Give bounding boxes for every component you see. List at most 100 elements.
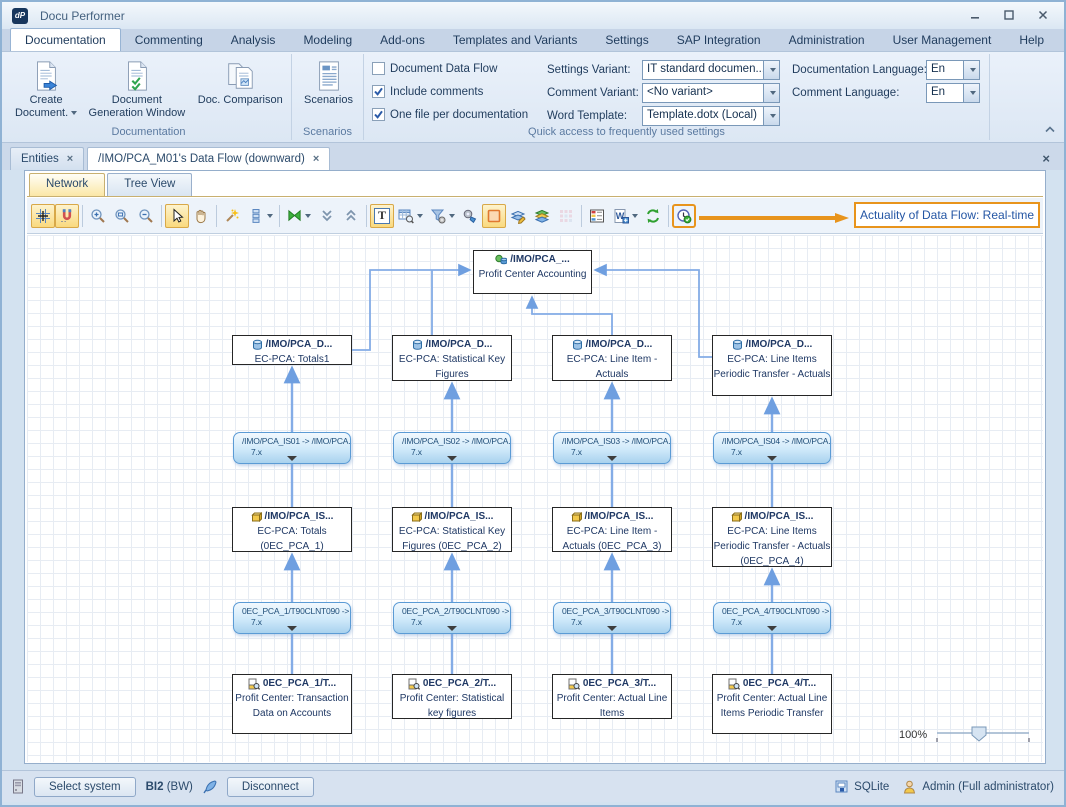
tab-settings[interactable]: Settings <box>591 29 662 51</box>
collapse-all-button[interactable] <box>315 204 339 228</box>
word-export-button[interactable]: W <box>609 204 641 228</box>
node-datasource-1[interactable]: 0EC_PCA_1/T... Profit Center: Transactio… <box>232 674 352 734</box>
dropdown-arrow-icon[interactable] <box>963 83 980 103</box>
transformation-box[interactable]: 0EC_PCA_2/T90CLNT090 -> /I... 7.x <box>393 602 511 634</box>
snap-to-grid-button[interactable] <box>55 204 79 228</box>
node-infosource-2[interactable]: /IMO/PCA_IS... EC-PCA: Statistical Key F… <box>392 507 512 552</box>
infoprovider-icon <box>495 254 507 265</box>
node-infosource-4[interactable]: /IMO/PCA_IS... EC-PCA: Line Items Period… <box>712 507 832 567</box>
data-flow-actuality-button[interactable] <box>672 204 696 228</box>
comment-variant-select[interactable]: <No variant> <box>642 83 780 103</box>
node-dso-2[interactable]: /IMO/PCA_D... EC-PCA: Statistical Key Fi… <box>392 335 512 381</box>
tab-add-ons[interactable]: Add-ons <box>366 29 439 51</box>
doc-comparison-button[interactable]: Doc. Comparison <box>193 58 287 120</box>
database-label[interactable]: SQLite <box>854 781 889 793</box>
documentation-language-select[interactable]: En <box>926 60 980 80</box>
zoom-slider[interactable] <box>931 724 1035 746</box>
zoom-slider-thumb[interactable] <box>972 727 986 741</box>
settings-variant-select[interactable]: IT standard documen... <box>642 60 780 80</box>
transformation-box[interactable]: 0EC_PCA_1/T90CLNT090 -> /I... 7.x <box>233 602 351 634</box>
dropdown-arrow-icon[interactable] <box>763 83 780 103</box>
zoom-to-fit-button[interactable] <box>110 204 134 228</box>
current-user-label[interactable]: Admin (Full administrator) <box>922 781 1054 793</box>
dropdown-arrow-icon[interactable] <box>963 60 980 80</box>
transformation-box[interactable]: 0EC_PCA_4/T90CLNT090 -> /I... 7.x <box>713 602 831 634</box>
maximize-button[interactable] <box>1000 7 1018 23</box>
frame-highlight-button[interactable] <box>482 204 506 228</box>
close-tab-icon[interactable]: × <box>313 153 319 165</box>
group-caption-quick-access: Quick access to frequently used settings <box>474 126 779 138</box>
node-infocube[interactable]: /IMO/PCA_... Profit Center Accounting <box>473 250 592 294</box>
edit-layers-button[interactable] <box>506 204 530 228</box>
ribbon-collapse-chevron-icon[interactable] <box>1044 120 1056 138</box>
filter-button[interactable] <box>426 204 458 228</box>
node-dso-3[interactable]: /IMO/PCA_D... EC-PCA: Line Item - Actual… <box>552 335 672 381</box>
close-pane-icon[interactable]: × <box>1042 153 1050 165</box>
expand-all-button[interactable] <box>339 204 363 228</box>
auto-layout-button[interactable] <box>220 204 244 228</box>
tab-sap-integration[interactable]: SAP Integration <box>663 29 775 51</box>
view-tab-network[interactable]: Network <box>29 173 105 196</box>
minimize-button[interactable] <box>966 7 984 23</box>
scenarios-button[interactable]: Scenarios <box>298 58 359 107</box>
create-document-button[interactable]: Create Document. <box>12 58 80 120</box>
zoom-out-button[interactable] <box>134 204 158 228</box>
group-caption-documentation: Documentation <box>6 126 291 138</box>
tab-modeling[interactable]: Modeling <box>289 29 366 51</box>
node-infosource-1[interactable]: /IMO/PCA_IS... EC-PCA: Totals (0EC_PCA_1… <box>232 507 352 552</box>
close-button[interactable] <box>1034 7 1052 23</box>
transformation-box[interactable]: 0EC_PCA_3/T90CLNT090 -> /I... 7.x <box>553 602 671 634</box>
checkbox-include-comments[interactable]: Include comments <box>372 85 483 98</box>
checkbox-one-file-per-documentation[interactable]: One file per documentation <box>372 108 528 121</box>
node-dso-4[interactable]: /IMO/PCA_D... EC-PCA: Line Items Periodi… <box>712 335 832 396</box>
document-generation-window-button[interactable]: Document Generation Window <box>86 58 187 120</box>
node-datasource-4[interactable]: 0EC_PCA_4/T... Profit Center: Actual Lin… <box>712 674 832 734</box>
transformation-box[interactable]: /IMO/PCA_IS02 -> /IMO/PCA... 7.x <box>393 432 511 464</box>
node-infosource-3[interactable]: /IMO/PCA_IS... EC-PCA: Line Item - Actua… <box>552 507 672 552</box>
diagram-canvas[interactable]: /IMO/PCA_... Profit Center Accounting /I… <box>27 235 1043 762</box>
tab-help[interactable]: Help <box>1005 29 1058 51</box>
disconnect-button[interactable]: Disconnect <box>227 777 314 797</box>
refresh-button[interactable] <box>641 204 665 228</box>
close-tab-icon[interactable]: × <box>67 153 73 165</box>
ribbon-group-quick-access: Document Data Flow Include comments One … <box>364 54 990 140</box>
transformation-box[interactable]: /IMO/PCA_IS04 -> /IMO/PCA... 7.x <box>713 432 831 464</box>
select-pointer-button[interactable] <box>165 204 189 228</box>
node-datasource-3[interactable]: 0EC_PCA_3/T... Profit Center: Actual Lin… <box>552 674 672 719</box>
legend-button[interactable] <box>585 204 609 228</box>
transformations-button[interactable] <box>283 204 315 228</box>
doc-tab-entities[interactable]: Entities × <box>10 147 84 170</box>
checkbox-document-data-flow[interactable]: Document Data Flow <box>372 62 497 75</box>
zoom-in-button[interactable] <box>86 204 110 228</box>
dropdown-arrow-icon[interactable] <box>763 106 780 126</box>
tab-documentation[interactable]: Documentation <box>10 28 121 51</box>
comment-language-select[interactable]: En <box>926 83 980 103</box>
transformation-box[interactable]: /IMO/PCA_IS01 -> /IMO/PCA... 7.x <box>233 432 351 464</box>
tab-templates-and-variants[interactable]: Templates and Variants <box>439 29 592 51</box>
node-dso-1[interactable]: /IMO/PCA_D... EC-PCA: Totals1 <box>232 335 352 365</box>
datasource-icon <box>728 678 740 690</box>
tab-administration[interactable]: Administration <box>775 29 879 51</box>
word-template-select[interactable]: Template.dotx (Local) <box>642 106 780 126</box>
pan-hand-button[interactable] <box>189 204 213 228</box>
layers-button[interactable] <box>530 204 554 228</box>
display-settings-button[interactable] <box>458 204 482 228</box>
document-panel: Network Tree View T <box>24 170 1046 764</box>
view-tab-tree-view[interactable]: Tree View <box>107 173 192 196</box>
dropdown-arrow-icon[interactable] <box>763 60 780 80</box>
text-display-button[interactable]: T <box>370 204 394 228</box>
doc-tab-data-flow[interactable]: /IMO/PCA_M01's Data Flow (downward) × <box>87 147 330 170</box>
document-generation-icon <box>86 58 187 94</box>
select-system-button[interactable]: Select system <box>34 777 136 797</box>
tab-user-management[interactable]: User Management <box>879 29 1006 51</box>
transformation-box[interactable]: /IMO/PCA_IS03 -> /IMO/PCA... 7.x <box>553 432 671 464</box>
dso-icon <box>732 339 743 350</box>
table-lookup-button[interactable] <box>394 204 426 228</box>
show-grid-button[interactable] <box>31 204 55 228</box>
user-icon <box>903 780 916 794</box>
node-datasource-2[interactable]: 0EC_PCA_2/T... Profit Center: Statistica… <box>392 674 512 719</box>
tab-analysis[interactable]: Analysis <box>217 29 290 51</box>
grid-dots-button[interactable] <box>554 204 578 228</box>
layout-options-button[interactable] <box>244 204 276 228</box>
tab-commenting[interactable]: Commenting <box>121 29 217 51</box>
